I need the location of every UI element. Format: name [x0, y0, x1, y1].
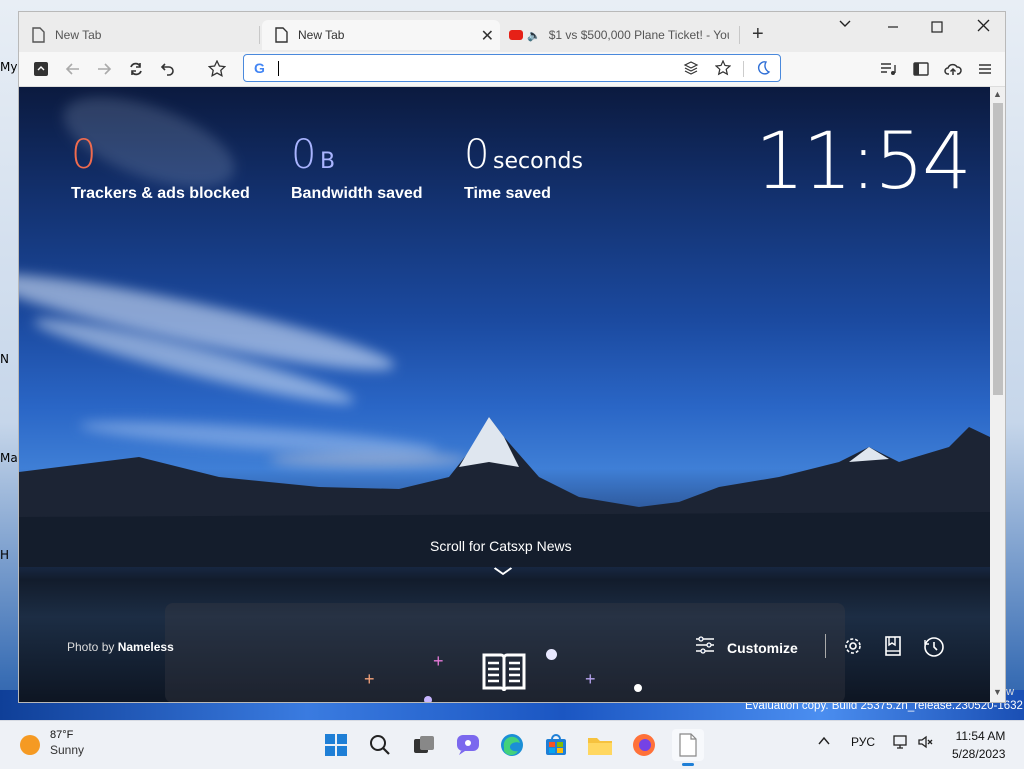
url-input[interactable]	[276, 58, 660, 80]
photo-credit-prefix: Photo by	[67, 640, 115, 654]
dark-mode-moon-icon[interactable]	[755, 60, 771, 80]
scroll-down-icon[interactable]: ▼	[993, 687, 1002, 697]
new-tab-page: 0 Trackers & ads blocked 0 B Bandwidth s…	[19, 87, 990, 702]
history-icon[interactable]	[923, 636, 945, 663]
plus-decoration: +	[433, 651, 444, 671]
panel-divider	[825, 634, 826, 658]
layers-icon[interactable]	[683, 60, 699, 80]
volume-muted-icon[interactable]	[918, 735, 934, 752]
plus-decoration: +	[364, 669, 375, 689]
page-icon	[32, 27, 45, 43]
reload-icon[interactable]	[126, 59, 146, 79]
bookmark-star-icon[interactable]	[207, 59, 227, 79]
tab-title: New Tab	[55, 28, 102, 42]
active-app-indicator	[682, 763, 694, 766]
tab-new-tab-1[interactable]: New Tab	[19, 20, 259, 50]
tab-bar: New Tab New Tab ✕ 🔈 $1 vs $500,000 Plane…	[19, 12, 1005, 52]
catsxp-browser-icon[interactable]	[672, 729, 704, 766]
taskbar: 87°F Sunny РУС 11:54 AM 5/28/2023	[0, 720, 1024, 769]
tab-divider	[259, 26, 260, 44]
dot-decoration	[546, 649, 557, 660]
trackers-count: 0	[71, 132, 97, 178]
new-tab-button[interactable]: +	[752, 23, 764, 46]
main-menu-icon[interactable]	[975, 59, 995, 79]
forward-icon[interactable]	[94, 59, 114, 79]
google-icon: G	[254, 60, 265, 76]
text-caret	[278, 61, 279, 76]
chat-icon[interactable]	[452, 729, 484, 761]
page-icon	[275, 27, 288, 43]
tab-divider	[739, 26, 740, 44]
toolbar: G	[19, 52, 1005, 87]
tab-title: New Tab	[298, 28, 345, 42]
youtube-icon	[509, 30, 523, 40]
favorite-star-icon[interactable]	[714, 59, 732, 80]
clock: 11:54	[755, 117, 972, 207]
speaker-icon[interactable]: 🔈	[527, 29, 541, 42]
tab-youtube[interactable]: 🔈 $1 vs $500,000 Plane Ticket! - You	[501, 20, 739, 50]
photo-credit[interactable]: Photo by Nameless	[67, 640, 174, 654]
settings-gear-icon[interactable]	[843, 636, 863, 661]
trackers-label: Trackers & ads blocked	[71, 185, 250, 202]
chevron-down-icon[interactable]	[493, 563, 513, 579]
start-windows-icon[interactable]	[320, 729, 352, 761]
clock-time: 11:54 AM	[955, 729, 1006, 743]
bandwidth-count: 0	[291, 132, 317, 178]
photo-credit-name: Nameless	[117, 640, 174, 654]
customize-label: Customize	[727, 639, 798, 656]
address-divider	[743, 61, 744, 77]
sun-icon	[20, 735, 40, 755]
show-hidden-icons-chevron-icon[interactable]	[818, 735, 830, 749]
dot-decoration	[424, 696, 432, 702]
desktop-icon-label[interactable]: H	[0, 548, 9, 562]
weather-condition: Sunny	[50, 743, 85, 757]
news-reader-icon[interactable]	[481, 651, 527, 695]
task-view-icon[interactable]	[408, 729, 440, 761]
close-tab-icon[interactable]: ✕	[481, 26, 494, 46]
store-icon[interactable]	[540, 729, 572, 761]
file-explorer-icon[interactable]	[584, 729, 616, 761]
address-bar[interactable]: G	[243, 54, 781, 82]
playlist-icon[interactable]	[878, 59, 898, 79]
edge-browser-icon[interactable]	[496, 729, 528, 761]
bookmarks-icon[interactable]	[884, 636, 902, 661]
browser-window: New Tab New Tab ✕ 🔈 $1 vs $500,000 Plane…	[18, 11, 1006, 703]
side-panel-icon[interactable]	[911, 59, 931, 79]
system-clock[interactable]: 11:54 AM 5/28/2023	[952, 729, 1005, 761]
time-saved-label: Time saved	[464, 185, 551, 202]
scroll-for-news-link[interactable]: Scroll for Catsxp News	[430, 538, 572, 554]
customize-button[interactable]: Customize	[695, 636, 798, 659]
desktop-icon-label[interactable]: N	[0, 352, 9, 366]
firefox-icon[interactable]	[628, 729, 660, 761]
scrollbar-thumb[interactable]	[993, 103, 1003, 395]
desktop-icon-label[interactable]: Ma	[0, 451, 18, 465]
bandwidth-label: Bandwidth saved	[291, 185, 423, 202]
weather-temperature: 87°F	[50, 729, 74, 741]
time-saved-unit: seconds	[493, 149, 583, 174]
clock-date: 5/28/2023	[952, 747, 1006, 761]
minimize-icon[interactable]	[887, 20, 899, 38]
tab-search-icon[interactable]	[839, 16, 851, 34]
undo-close-tab-icon[interactable]	[158, 59, 178, 79]
network-icon[interactable]	[893, 735, 909, 752]
weather-widget[interactable]: 87°F Sunny	[20, 729, 84, 757]
dot-decoration	[634, 684, 642, 692]
sidebar-toggle-icon[interactable]	[31, 59, 51, 79]
tab-new-tab-2[interactable]: New Tab ✕	[262, 20, 500, 50]
back-icon[interactable]	[63, 59, 83, 79]
cloud-upload-icon[interactable]	[943, 59, 963, 79]
scroll-up-icon[interactable]: ▲	[993, 89, 1002, 99]
sliders-icon	[695, 636, 715, 659]
close-window-icon[interactable]	[977, 19, 990, 37]
tab-title: $1 vs $500,000 Plane Ticket! - You	[548, 28, 729, 42]
page-scrollbar[interactable]: ▲ ▼	[990, 87, 1005, 702]
maximize-icon[interactable]	[931, 20, 943, 38]
time-saved-count: 0	[464, 132, 490, 178]
desktop-icon-label[interactable]: My	[0, 60, 17, 74]
input-language[interactable]: РУС	[851, 735, 875, 749]
bandwidth-unit: B	[320, 149, 336, 174]
plus-decoration: +	[585, 669, 596, 689]
search-icon[interactable]	[364, 729, 396, 761]
